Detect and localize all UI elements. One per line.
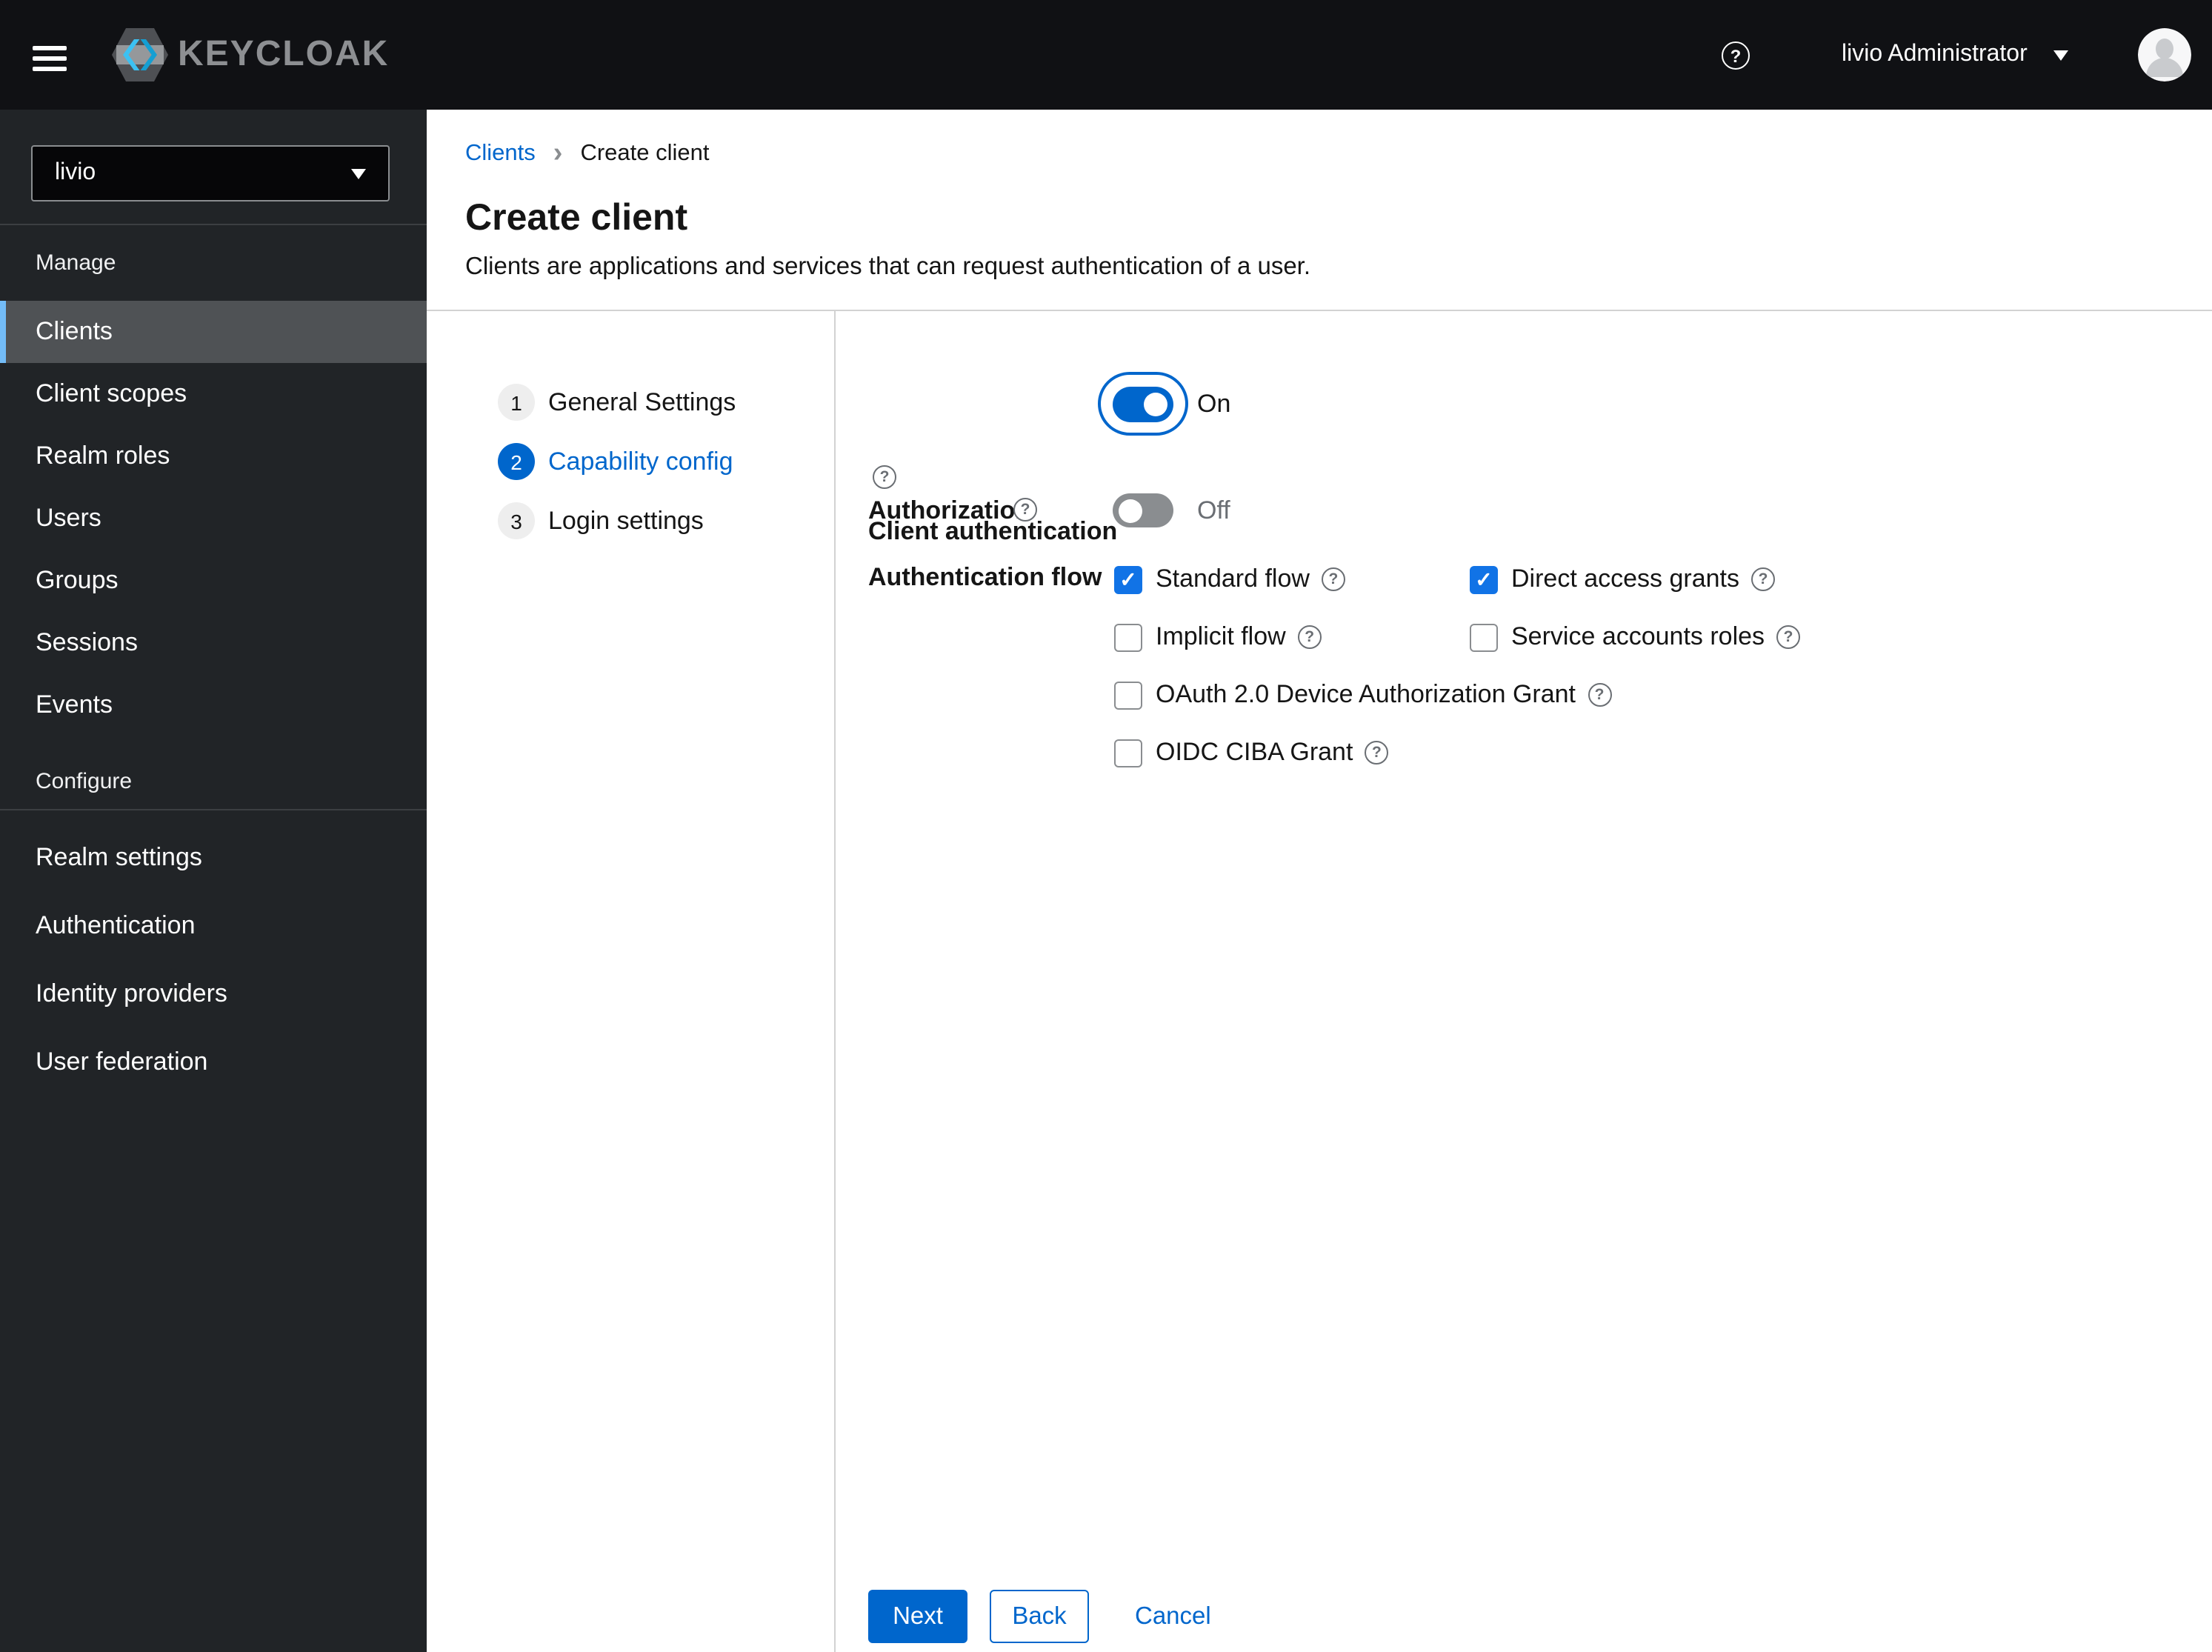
checkbox-option-oidc-ciba-grant: OIDC CIBA Grant? (1114, 738, 1470, 767)
question-circle-icon[interactable]: ? (1365, 741, 1389, 765)
question-circle-icon[interactable]: ? (1013, 498, 1037, 522)
checkbox-option-implicit-flow: Implicit flow? (1114, 622, 1470, 652)
help-icon[interactable]: ? (1722, 41, 1750, 70)
nav-toggle-hamburger-icon[interactable] (33, 46, 67, 71)
caret-down-icon (2053, 50, 2069, 60)
client-authentication-state-label: On (1197, 390, 1231, 418)
sidebar-item-events[interactable]: Events (0, 674, 427, 736)
sidebar-item-identity-providers[interactable]: Identity providers (0, 960, 427, 1028)
page-title: Create client (465, 197, 688, 239)
wizard-step-number: 1 (498, 384, 535, 421)
sidebar-nav: livio Manage Clients Client scopes Realm r… (0, 110, 427, 1652)
wizard-step-capability-config[interactable]: 2 Capability config (498, 443, 736, 480)
caret-down-icon (351, 168, 366, 179)
checkbox-label: Standard flow (1156, 564, 1310, 593)
checkbox-unchecked[interactable] (1114, 739, 1142, 767)
wizard-step-nav: 1 General Settings 2 Capability config 3 Logi… (498, 384, 736, 539)
next-button[interactable]: Next (868, 1590, 967, 1643)
realm-selector[interactable]: livio (31, 145, 390, 201)
checkbox-unchecked[interactable] (1470, 623, 1498, 651)
cancel-button[interactable]: Cancel (1117, 1590, 1229, 1643)
back-button[interactable]: Back (990, 1590, 1089, 1643)
brand-wordmark: KEYCLOAK (178, 34, 390, 74)
authentication-flow-label: Authentication flow (868, 563, 1102, 591)
client-authentication-toggle[interactable] (1098, 372, 1188, 436)
sidebar-divider (0, 224, 427, 225)
wizard-step-number: 2 (498, 443, 535, 480)
sidebar-manage-list: Clients Client scopes Realm roles Users Grou… (0, 301, 427, 736)
chevron-right-icon: › (553, 137, 563, 168)
toggle-knob (1119, 499, 1142, 522)
question-circle-icon[interactable]: ? (1776, 625, 1801, 649)
keycloak-logo: KEYCLOAK (111, 27, 389, 83)
header-divider (427, 310, 2212, 311)
question-circle-icon[interactable]: ? (873, 465, 896, 489)
sidebar-item-authentication[interactable]: Authentication (0, 892, 427, 960)
sidebar-divider (0, 809, 427, 810)
breadcrumb: Clients › Create client (465, 137, 710, 168)
authorization-label: Authorization (868, 496, 1031, 524)
sidebar-item-clients[interactable]: Clients (0, 301, 427, 363)
sidebar-section-configure: Configure (36, 769, 133, 794)
wizard-step-label: Login settings (548, 506, 704, 534)
question-circle-icon[interactable]: ? (1297, 625, 1322, 649)
sidebar-item-client-scopes[interactable]: Client scopes (0, 363, 427, 425)
wizard-pane-divider (833, 310, 835, 1652)
user-menu-dropdown[interactable]: livio Administrator (1842, 0, 2069, 110)
wizard-step-number: 3 (498, 502, 535, 539)
checkbox-option-direct-access-grants: ✓ Direct access grants? (1470, 564, 1800, 594)
main-content: Clients › Create client Create client Cl… (427, 110, 2212, 1652)
breadcrumb-link-clients[interactable]: Clients (465, 141, 536, 167)
wizard-step-login-settings[interactable]: 3 Login settings (498, 502, 736, 539)
wizard-step-label: General Settings (548, 387, 736, 416)
checkbox-label: OIDC CIBA Grant (1156, 738, 1353, 766)
authorization-state-label: Off (1197, 496, 1230, 524)
question-circle-icon[interactable]: ? (1751, 567, 1775, 591)
user-avatar (2138, 28, 2191, 81)
sidebar-item-groups[interactable]: Groups (0, 550, 427, 612)
question-circle-icon[interactable]: ? (1321, 567, 1345, 591)
sidebar-item-realm-roles[interactable]: Realm roles (0, 425, 427, 487)
keycloak-admin-console: KEYCLOAK ? livio Administrator livio Man… (0, 0, 2212, 1652)
authentication-flow-options: ✓ Standard flow? ✓ Direct access grants? Imp… (1114, 564, 1801, 767)
masthead: KEYCLOAK ? livio Administrator (0, 0, 2212, 110)
checkbox-option-service-accounts-roles: Service accounts roles? (1470, 622, 1801, 652)
sidebar-item-realm-settings[interactable]: Realm settings (0, 824, 427, 892)
checkbox-option-standard-flow: ✓ Standard flow? (1114, 564, 1470, 594)
sidebar-item-users[interactable]: Users (0, 487, 427, 550)
checkbox-label: Direct access grants (1511, 564, 1739, 593)
sidebar-section-manage: Manage (36, 250, 116, 276)
sidebar-configure-list: Realm settings Authentication Identity pro… (0, 824, 427, 1096)
checkbox-label: OAuth 2.0 Device Authorization Grant (1156, 680, 1576, 708)
checkbox-label: Service accounts roles (1511, 622, 1765, 650)
authorization-toggle[interactable] (1113, 493, 1173, 527)
checkbox-checked[interactable]: ✓ (1114, 565, 1142, 593)
sidebar-item-user-federation[interactable]: User federation (0, 1028, 427, 1096)
checkbox-unchecked[interactable] (1114, 681, 1142, 709)
checkbox-option-oauth-2-0-device-authorization-grant: OAuth 2.0 Device Authorization Grant? (1114, 680, 1611, 710)
keycloak-logo-icon (111, 27, 169, 83)
page-subtitle: Clients are applications and services th… (465, 253, 1311, 280)
wizard-step-label: Capability config (548, 447, 733, 475)
checkbox-label: Implicit flow (1156, 622, 1286, 650)
wizard-step-general-settings[interactable]: 1 General Settings (498, 384, 736, 421)
checkbox-unchecked[interactable] (1114, 623, 1142, 651)
question-circle-icon[interactable]: ? (1588, 683, 1611, 707)
toggle-knob (1144, 392, 1167, 416)
checkbox-checked[interactable]: ✓ (1470, 565, 1498, 593)
realm-selector-value: livio (55, 160, 96, 185)
sidebar-item-sessions[interactable]: Sessions (0, 612, 427, 674)
user-name-label: livio Administrator (1842, 41, 2028, 67)
breadcrumb-current: Create client (580, 141, 710, 166)
